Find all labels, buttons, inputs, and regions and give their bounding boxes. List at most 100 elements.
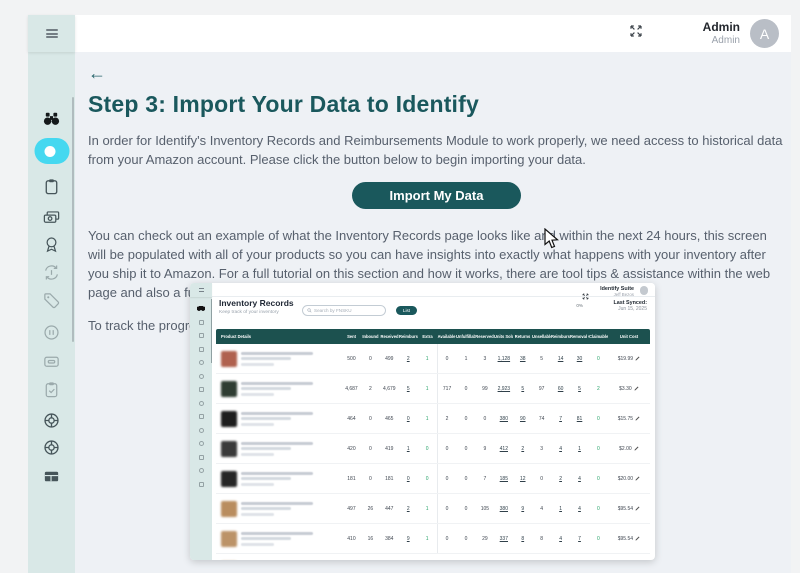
blurred-text-bar (241, 477, 291, 480)
edit-pencil-icon (635, 536, 640, 541)
value-cell: 7 (551, 404, 570, 433)
column-header: Claimable (589, 334, 608, 339)
last-synced: Last Synced: Jun 15, 2025 (613, 300, 647, 312)
column-header: Returns (513, 334, 532, 339)
blurred-text-bar (241, 483, 274, 486)
value-cell: 0 (457, 524, 476, 553)
value-cell: 0 (399, 464, 418, 493)
table-row: 4,68724,679517170992,9235976052$3.30 (216, 374, 650, 404)
unit-cost-cell: $20.00 (608, 464, 650, 493)
clipboard-icon[interactable] (42, 176, 62, 196)
table-row: 49726447210010538094140$95.54 (216, 494, 650, 524)
value-cell: 0 (418, 434, 437, 463)
history-icon (199, 441, 204, 446)
blurred-text-bar (241, 507, 291, 510)
sidebar-item-active[interactable] (34, 138, 69, 164)
table-row: 4101638491002933788470$95.54 (216, 524, 650, 554)
sidebar-icons (28, 52, 75, 573)
value-cell: 29 (475, 524, 494, 553)
column-header: Inbound (361, 334, 380, 339)
value-cell: 0 (361, 344, 380, 373)
fullscreen-icon[interactable] (629, 24, 643, 43)
value-cell: 90 (513, 404, 532, 433)
help-ring-icon-2[interactable] (42, 437, 62, 457)
edit-pencil-icon (635, 506, 640, 511)
value-cell: 0 (532, 464, 551, 493)
mini-table-body: 5000499210131,12838514300$19.994,68724,6… (216, 344, 650, 560)
edit-pencil-icon (635, 356, 640, 361)
product-thumbnail (221, 471, 237, 487)
mini-page-subtitle: Keep track of your inventory (219, 310, 294, 315)
value-cell: 410 (342, 524, 361, 553)
clipboard-check-icon[interactable] (42, 379, 62, 399)
menu-button[interactable] (28, 15, 75, 52)
value-cell: 464 (342, 404, 361, 433)
mini-avatar (640, 286, 649, 295)
value-cell: 60 (551, 374, 570, 403)
unit-cost-cell: $15.75 (608, 404, 650, 433)
box-icon (199, 347, 204, 352)
sync-percent: 0% (576, 303, 583, 308)
tag-icon (199, 468, 204, 473)
value-cell: 9 (399, 524, 418, 553)
last-synced-date: Jun 15, 2025 (613, 306, 647, 312)
value-cell: 2 (589, 374, 608, 403)
table-row: 5000499210131,12838514300$19.99 (216, 344, 650, 374)
value-cell: 4 (570, 494, 589, 523)
value-cell: 4,687 (342, 374, 361, 403)
value-cell: 420 (342, 434, 361, 463)
unit-cost-cell: $95.54 (608, 524, 650, 553)
badge-icon[interactable] (42, 234, 62, 254)
value-cell: 105 (475, 494, 494, 523)
avatar[interactable]: A (750, 19, 779, 48)
mini-page-heading: Inventory Records Keep track of your inv… (219, 298, 294, 315)
product-thumbnail (221, 351, 237, 367)
table-row: 42004191000941223410$2.00 (216, 434, 650, 464)
blurred-text-bar (241, 472, 313, 475)
table-row: 181018100007185120240$20.00 (216, 464, 650, 494)
sidebar-scrollbar[interactable] (72, 97, 75, 342)
table-row: 46404650120038090747810$15.75 (216, 404, 650, 434)
product-details-cell (216, 501, 342, 517)
column-header: Available (437, 334, 456, 339)
mini-search-input: Search by FNSKU (302, 305, 386, 316)
value-cell: 380 (494, 494, 513, 523)
value-cell: 185 (494, 464, 513, 493)
circle-pause-icon[interactable] (42, 322, 62, 342)
column-header: Unfulfillable (456, 334, 475, 339)
value-cell: 9 (475, 434, 494, 463)
product-thumbnail (221, 501, 237, 517)
value-cell: 0 (589, 434, 608, 463)
value-cell: 0 (437, 434, 457, 463)
value-cell: 380 (494, 404, 513, 433)
help-ring-icon[interactable] (42, 410, 62, 430)
value-cell: 7 (475, 464, 494, 493)
table-row-partial (216, 554, 650, 560)
blurred-text-bar (241, 502, 313, 505)
main-content: ← Step 3: Import Your Data to Identify I… (75, 52, 791, 573)
unit-cost-cell: $19.99 (608, 344, 650, 373)
value-cell: 0 (457, 434, 476, 463)
sync-dollar-icon[interactable] (42, 262, 62, 282)
page-title: Step 3: Import Your Data to Identify (88, 91, 791, 118)
blurred-text-bar (241, 357, 291, 360)
blurred-text-bar (241, 382, 313, 385)
back-button[interactable]: ← (88, 64, 110, 82)
inventory-records-screenshot: Identify Suite Jeff Bezos Inventory Reco… (190, 283, 655, 560)
value-cell: 0 (399, 404, 418, 433)
cash-icon[interactable] (42, 206, 62, 226)
column-header: Product Details (216, 334, 342, 339)
binoculars-icon[interactable] (42, 108, 62, 128)
value-cell: 3 (475, 344, 494, 373)
value-cell: 30 (570, 344, 589, 373)
table-card-icon[interactable] (42, 466, 62, 486)
value-cell: 1 (570, 434, 589, 463)
blurred-text-bar (241, 532, 313, 535)
value-cell: 0 (589, 464, 608, 493)
import-my-data-button[interactable]: Import My Data (352, 182, 522, 209)
card-link-icon[interactable] (42, 351, 62, 371)
value-cell: 4 (532, 494, 551, 523)
tag-icon[interactable] (42, 290, 62, 310)
value-cell: 2 (399, 494, 418, 523)
value-cell: 0 (418, 464, 437, 493)
